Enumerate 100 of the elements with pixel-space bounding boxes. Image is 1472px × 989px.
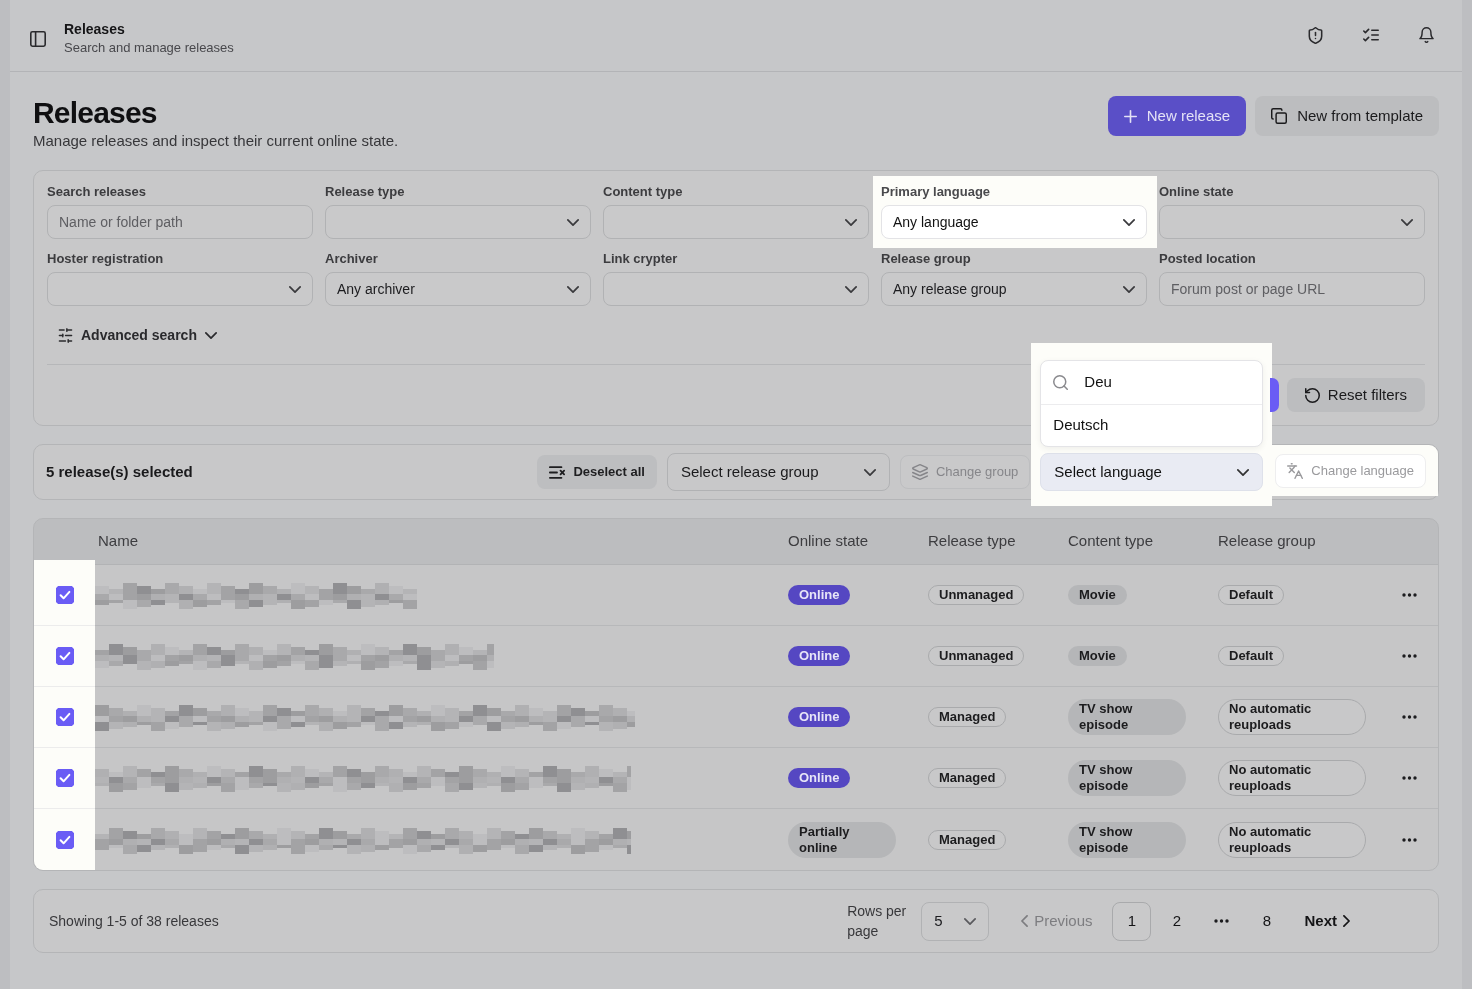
- page-title: Releases: [33, 96, 158, 130]
- field-label: Posted location: [1159, 251, 1257, 267]
- chevron-down-icon: [863, 468, 876, 476]
- chevron-down-icon: [567, 285, 579, 293]
- select-field[interactable]: Any release group: [881, 272, 1147, 306]
- status-pill: TV show episode: [1068, 699, 1186, 735]
- status-pill: Movie: [1068, 585, 1127, 605]
- status-pill: Online: [788, 585, 851, 605]
- chevron-down-icon: [1237, 468, 1250, 476]
- field-label: Archiver: [325, 251, 379, 267]
- page-button[interactable]: 2: [1157, 901, 1197, 941]
- rows-per-page-label: Rows per page: [847, 902, 908, 941]
- status-pill: Managed: [928, 707, 1007, 727]
- chevron-down-icon: [567, 218, 579, 226]
- results-summary: Showing 1-5 of 38 releases: [49, 911, 220, 931]
- new-release-button[interactable]: New release: [1107, 96, 1247, 136]
- reset-icon: [1304, 387, 1320, 403]
- copy-icon: [1271, 108, 1288, 124]
- more-actions-icon[interactable]: [1401, 593, 1417, 597]
- field-label: Online state: [1159, 184, 1235, 200]
- plus-icon: [1123, 109, 1137, 123]
- more-actions-icon[interactable]: [1401, 776, 1417, 780]
- search-field[interactable]: Deu: [1084, 371, 1251, 394]
- list-remove-icon: [549, 465, 566, 479]
- column-header: Release type: [927, 531, 1017, 552]
- chevron-right-icon: [1343, 915, 1350, 927]
- text-field[interactable]: Forum post or page URL: [1159, 272, 1425, 306]
- search-icon: [1053, 375, 1069, 390]
- select-field[interactable]: [603, 205, 869, 239]
- checkbox[interactable]: [55, 769, 74, 787]
- checklist-icon[interactable]: [1363, 27, 1379, 43]
- status-pill: No automatic reuploads: [1218, 821, 1366, 858]
- column-header: Online state: [787, 531, 870, 552]
- field-label: Release type: [325, 184, 406, 200]
- translate-icon: [1287, 462, 1304, 479]
- checkbox[interactable]: [55, 647, 74, 665]
- chevron-down-icon: [204, 331, 217, 339]
- status-pill: Online: [788, 646, 851, 666]
- chevron-down-icon: [1123, 218, 1135, 226]
- notification-bell-icon[interactable]: [1419, 27, 1434, 43]
- status-pill: Online: [788, 768, 851, 788]
- status-pill: Movie: [1068, 646, 1127, 666]
- more-actions-icon[interactable]: [1401, 715, 1417, 719]
- status-pill: Default: [1218, 585, 1285, 605]
- select-field[interactable]: Select language: [1040, 453, 1264, 491]
- status-pill: Unmanaged: [928, 646, 1025, 666]
- field-label: Content type: [603, 184, 684, 200]
- chevron-down-icon: [289, 285, 301, 293]
- select-field[interactable]: [1159, 205, 1425, 239]
- field-label: Release group: [881, 251, 972, 267]
- chevron-down-icon: [964, 917, 977, 925]
- field-label: Search releases: [47, 184, 148, 200]
- status-pill: Managed: [928, 768, 1007, 788]
- app-subtitle: Search and manage releases: [64, 39, 234, 57]
- select-field[interactable]: [603, 272, 869, 306]
- checkbox[interactable]: [55, 708, 74, 726]
- page-button[interactable]: 8: [1247, 901, 1287, 941]
- status-pill: TV show episode: [1068, 760, 1186, 796]
- next-page-link[interactable]: Next: [1304, 909, 1350, 933]
- status-pill: No automatic reuploads: [1218, 760, 1366, 796]
- selection-count: 5 release(s) selected: [46, 461, 194, 482]
- chevron-left-icon: [1021, 915, 1029, 927]
- reset-filters-button[interactable]: Reset filters: [1286, 378, 1425, 412]
- advanced-search-toggle[interactable]: Advanced search: [47, 319, 228, 351]
- sliders-icon: [58, 327, 73, 343]
- status-pill: Online: [788, 707, 851, 727]
- chevron-down-icon: [1123, 285, 1135, 293]
- sidebar-toggle-icon: [30, 30, 46, 47]
- select-field[interactable]: Select release group: [666, 453, 890, 491]
- status-pill: Managed: [928, 829, 1007, 850]
- checkbox[interactable]: [55, 830, 74, 849]
- dropdown-option[interactable]: Deutsch: [1041, 405, 1263, 446]
- more-actions-icon[interactable]: [1401, 837, 1417, 842]
- field-label: Primary language: [881, 184, 992, 200]
- select-field[interactable]: Any archiver: [325, 272, 591, 306]
- shield-alert-icon[interactable]: [1308, 27, 1323, 44]
- page-description: Manage releases and inspect their current online state.: [33, 131, 399, 151]
- select-field[interactable]: [47, 272, 313, 306]
- rows-per-page-select[interactable]: 5: [921, 901, 990, 941]
- field-label: Link crypter: [603, 251, 679, 267]
- status-pill: Unmanaged: [928, 585, 1025, 605]
- chevron-down-icon: [845, 285, 857, 293]
- select-field[interactable]: [325, 205, 591, 239]
- page-button[interactable]: 1: [1112, 901, 1152, 941]
- select-field[interactable]: Any language: [881, 205, 1147, 239]
- chevron-down-icon: [845, 218, 857, 226]
- column-header: Content type: [1067, 531, 1155, 552]
- action-button[interactable]: Deselect all: [537, 455, 657, 489]
- column-header: Name: [97, 531, 139, 552]
- column-header: Release group: [1217, 531, 1317, 552]
- field-label: Hoster registration: [47, 251, 165, 267]
- chevron-down-icon: [1401, 218, 1413, 226]
- checkbox[interactable]: [55, 586, 74, 604]
- text-field[interactable]: Name or folder path: [47, 205, 313, 239]
- template-button[interactable]: New from template: [1255, 96, 1439, 136]
- layers-icon: [911, 464, 928, 480]
- status-pill: No automatic reuploads: [1218, 699, 1366, 735]
- status-pill: Partially online: [788, 821, 896, 858]
- status-pill: Default: [1218, 646, 1285, 666]
- more-actions-icon[interactable]: [1401, 654, 1417, 658]
